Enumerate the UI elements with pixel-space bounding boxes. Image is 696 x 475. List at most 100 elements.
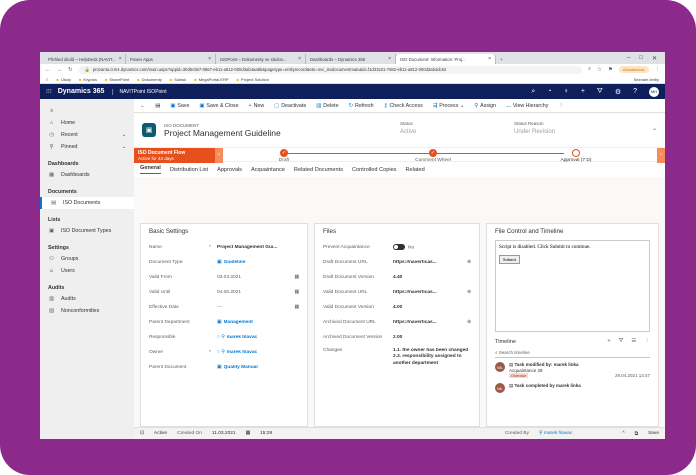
sidebar-item-audits[interactable]: ▥ Audits [40, 293, 134, 305]
reload-icon[interactable]: ↻ [68, 67, 73, 73]
bookmark[interactable]: MegaPortal.ERP [194, 77, 229, 82]
new-tab-icon[interactable]: + [496, 54, 507, 64]
sidebar-item-iso-document-types[interactable]: ▣ ISO Document Types [40, 225, 134, 237]
calendar-icon[interactable]: ▦ [291, 290, 299, 295]
valid-from-value[interactable]: 03.03.2021 [217, 275, 291, 280]
field-draft-version[interactable]: Draft Document Version 4.40 [323, 270, 471, 285]
open-icon[interactable]: ⧉ [635, 431, 638, 437]
tab-controlled-copies[interactable]: Controlled Copies [352, 167, 396, 173]
timeline-item[interactable]: ML ▤ Task modified by: marek linka Acqua… [495, 362, 650, 378]
close-window-icon[interactable]: ✕ [652, 55, 657, 62]
deactivate-button[interactable]: ▢ Deactivate [274, 103, 306, 109]
forward-icon[interactable]: → [57, 67, 63, 73]
globe-icon[interactable]: ⊕ [463, 260, 471, 265]
refresh-button[interactable]: ↻ Refresh [349, 103, 374, 109]
assign-button[interactable]: ⚲ Assign [474, 103, 496, 109]
view-hierarchy-button[interactable]: ⚋ View Hierarchy [506, 103, 548, 109]
save-button[interactable]: ▣ Save [170, 103, 189, 109]
url-field[interactable]: 🔒 prozanta.crm4.dynamics.com/main.aspx?ap… [78, 65, 582, 74]
menu-icon[interactable]: ⋮ [655, 67, 661, 73]
minimize-icon[interactable]: – [627, 55, 630, 62]
browser-tab-active[interactable]: ISO Document: Information: Proj... × [396, 54, 496, 64]
chevron-down-icon[interactable]: ⌄ [122, 132, 134, 138]
process-button[interactable]: ⇶ Process ⌄ [433, 103, 465, 109]
sidebar-item-users[interactable]: ☺ Users [40, 265, 134, 277]
field-name[interactable]: Name * Project Management Gui... [149, 240, 299, 255]
field-draft-url[interactable]: Draft Document URL https://naverticas... ⊕ [323, 255, 471, 270]
browser-tab[interactable]: Dashboards – Dynamics 365 × [306, 54, 396, 64]
responsible-link[interactable]: marek hlavac [227, 335, 299, 340]
save-close-button[interactable]: ▣ Save & Close [199, 103, 238, 109]
tab-acquaintance[interactable]: Acquaintance [251, 167, 285, 173]
toggle-switch[interactable] [393, 244, 405, 251]
sidebar-item-recent[interactable]: ◷ Recent ⌄ [40, 129, 134, 141]
calendar-icon[interactable]: ▦ [291, 275, 299, 280]
owner-link[interactable]: marek hlavac [227, 350, 299, 355]
back-icon[interactable]: ← [45, 67, 51, 73]
stage-comment-wheel[interactable]: ✓ Comment Wheel [402, 149, 464, 163]
expand-icon[interactable]: ⊡ [140, 431, 144, 436]
document-type-link[interactable]: Guideline [224, 260, 299, 265]
sidebar-item-iso-documents[interactable]: ▤ ISO Documents [40, 197, 134, 209]
bookmark[interactable]: Úkoly [57, 77, 71, 82]
close-icon[interactable]: × [485, 56, 491, 62]
back-icon[interactable]: ← [140, 103, 145, 109]
zoom-icon[interactable]: ⌕ [588, 66, 591, 73]
app-title[interactable]: NAVITPoint ISOPoint [112, 88, 167, 95]
draft-url-value[interactable]: https://naverticas... [393, 260, 463, 265]
tab-distribution-list[interactable]: Distribution List [170, 167, 208, 173]
app-name[interactable]: Dynamics 365 [58, 88, 105, 95]
field-owner[interactable]: Owner * ○ ⚲ marek hlavac [149, 345, 299, 360]
reading-list[interactable]: Seznam četby [634, 77, 659, 82]
previous-stage-icon[interactable]: ‹ [215, 148, 223, 163]
sidebar-item-home[interactable]: ⌂ Home [40, 117, 134, 129]
check-access-button[interactable]: ⚷ Check Access [384, 103, 423, 109]
extensions-icon[interactable]: ⚑ [608, 67, 613, 73]
close-icon[interactable]: × [385, 56, 391, 62]
field-valid-until[interactable]: Valid Until 04.06.2021 ▦ [149, 285, 299, 300]
next-stage-icon[interactable]: › [657, 148, 665, 163]
draft-version-value[interactable]: 4.40 [393, 275, 471, 280]
star-icon[interactable]: ☆ [597, 67, 602, 73]
task-icon[interactable]: ◔ [547, 88, 551, 95]
bookmark[interactable]: Dokumenty [137, 77, 162, 82]
field-archived-version[interactable]: Archived Document Version 2.00 [323, 330, 471, 345]
avatar[interactable]: MH [649, 86, 659, 97]
created-by-link[interactable]: ⚲ marek hlavac [539, 431, 572, 436]
form-icon[interactable]: ▤ [155, 103, 160, 109]
lightbulb-icon[interactable]: ♀ [564, 88, 569, 95]
tab-related[interactable]: Related [405, 167, 424, 173]
more-icon[interactable]: ⋮ [644, 338, 650, 345]
field-parent-document[interactable]: Parent Document ▣ Quality Manual [149, 360, 299, 375]
plus-icon[interactable]: + [581, 88, 585, 95]
calendar-icon[interactable]: ▦ [291, 305, 299, 310]
stage-draft[interactable]: ✓ Draft [268, 149, 300, 163]
sidebar-item-pinned[interactable]: ⚲ Pinned ⌄ [40, 141, 134, 153]
field-valid-from[interactable]: Valid From 03.03.2021 ▦ [149, 270, 299, 285]
valid-version-value[interactable]: 4.00 [393, 305, 471, 310]
parent-department-link[interactable]: Management [224, 320, 299, 325]
new-button[interactable]: + New [249, 103, 265, 109]
tab-approvals[interactable]: Approvals [217, 167, 242, 173]
field-archived-url[interactable]: Archived Document URL https://naverticas.… [323, 315, 471, 330]
field-parent-department[interactable]: Parent Department ▣ Management [149, 315, 299, 330]
name-value[interactable]: Project Management Gui... [217, 245, 299, 250]
more-icon[interactable]: ⋮ [558, 103, 563, 109]
effective-date-value[interactable]: --- [217, 305, 291, 310]
parent-document-link[interactable]: Quality Manual [224, 365, 299, 370]
sidebar-item-groups[interactable]: ⚇ Groups [40, 253, 134, 265]
filter-icon[interactable]: ⛛ [619, 338, 624, 345]
settings-icon[interactable]: ⚙ [615, 88, 621, 96]
chevron-down-icon[interactable]: ⌄ [122, 144, 134, 150]
sidebar-item-dashboards[interactable]: ▦ Dashboards [40, 169, 134, 181]
changes-value[interactable]: 1.1. the owner has been changed 2.3. res… [393, 348, 471, 367]
stage-approval[interactable]: Approval (7 D) [550, 149, 602, 163]
browser-tab[interactable]: Přehled úkolů – HelpDesk (NAVIT... × [44, 54, 126, 64]
filter-icon[interactable]: ⛛ [597, 88, 603, 96]
status-reason-field[interactable]: Status Reason Under Revision [514, 121, 555, 135]
close-icon[interactable]: × [205, 56, 211, 62]
bookmark[interactable]: SharePoint [105, 77, 129, 82]
field-responsible[interactable]: Responsible ○ ⚲ marek hlavac [149, 330, 299, 345]
tab-general[interactable]: General [140, 165, 161, 174]
timeline-item[interactable]: ML ▤ Task completed by marek linka [495, 383, 650, 393]
